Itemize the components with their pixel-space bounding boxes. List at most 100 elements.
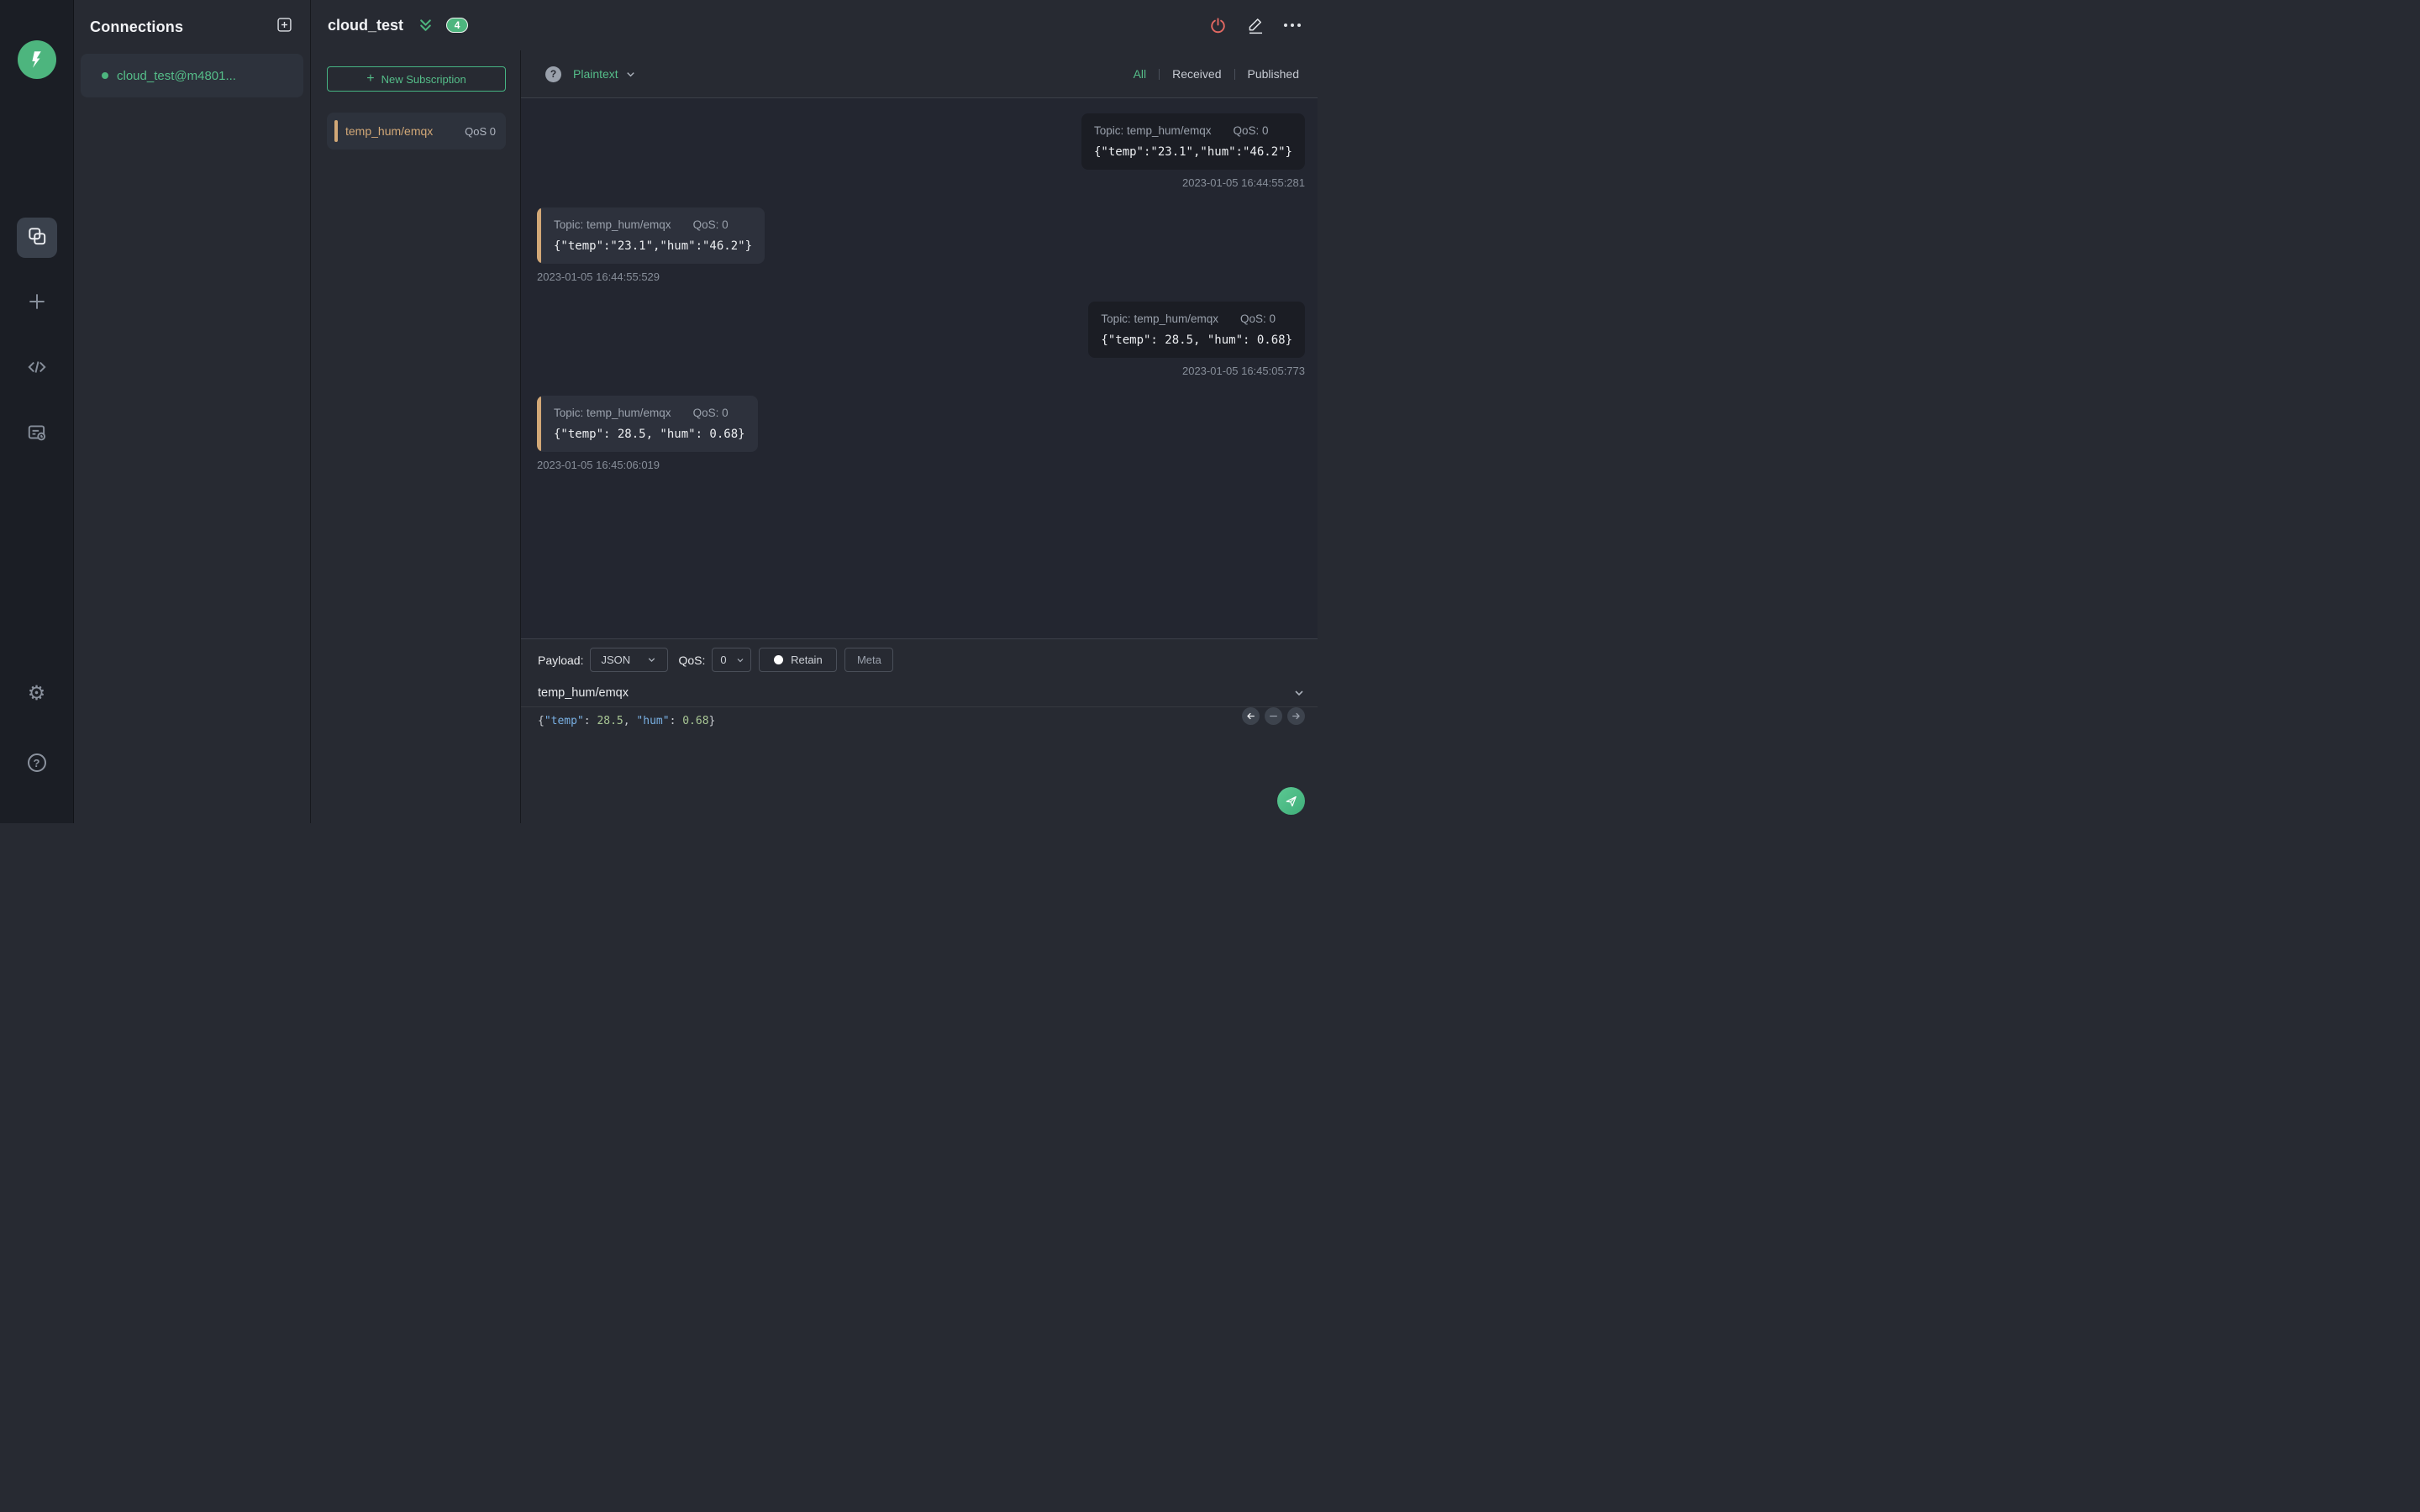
publish-meta-row: Payload: JSON QoS: 0 Retain Meta	[521, 639, 1318, 672]
connections-header: Connections	[81, 0, 303, 54]
chevron-down-icon	[646, 654, 657, 665]
history-back-button[interactable]	[1242, 707, 1260, 725]
mqttx-logo-icon	[17, 40, 56, 79]
nav-script-button[interactable]	[17, 349, 57, 389]
mqttx-app-window: ⚙ ? Connections cloud_test@m4801... clou…	[0, 0, 1318, 823]
publish-panel: Payload: JSON QoS: 0 Retain Meta temp_hu…	[521, 638, 1318, 823]
qos-label: QoS:	[678, 653, 706, 667]
edit-connection-button[interactable]	[1246, 16, 1265, 35]
add-connection-button[interactable]	[275, 18, 293, 36]
topic-input[interactable]: temp_hum/emqx	[538, 686, 1292, 700]
message-received: Topic: temp_hum/emqx QoS: 0 {"temp":"23.…	[537, 207, 765, 283]
help-icon: ?	[27, 753, 46, 772]
payload-type-select[interactable]: JSON	[590, 648, 669, 672]
main-area: cloud_test 4 + New Subscription temp_hum…	[311, 0, 1318, 823]
tab-published[interactable]: Published	[1248, 67, 1300, 81]
nav-new-connection-button[interactable]	[17, 283, 57, 323]
settings-button[interactable]: ⚙	[17, 674, 57, 714]
connections-title: Connections	[90, 18, 184, 35]
plus-icon	[26, 291, 48, 317]
message-timestamp: 2023-01-05 16:44:55:529	[537, 270, 660, 283]
subscription-item[interactable]: temp_hum/emqx QoS 0	[327, 113, 506, 150]
meta-button[interactable]: Meta	[844, 648, 894, 672]
nav-connections-button[interactable]	[16, 218, 57, 258]
message-count-badge: 4	[446, 18, 469, 33]
arrow-left-icon	[1247, 712, 1255, 720]
topbar-actions	[1208, 16, 1301, 35]
format-bar: ? Plaintext All Received Published	[521, 50, 1318, 98]
plus-square-icon	[276, 16, 293, 38]
pencil-icon	[1249, 18, 1263, 34]
chevron-down-icon	[735, 655, 745, 665]
ellipsis-icon	[1284, 24, 1287, 27]
message-qos: QoS: 0	[1233, 124, 1269, 137]
message-timestamp: 2023-01-05 16:45:05:773	[1181, 365, 1305, 377]
more-options-button[interactable]	[1284, 24, 1301, 27]
connections-panel: Connections cloud_test@m4801...	[74, 0, 311, 823]
message-qos: QoS: 0	[1239, 312, 1276, 325]
message-payload: {"temp":"23.1","hum":"46.2"}	[554, 239, 753, 253]
message-bubble[interactable]: Topic: temp_hum/emqx QoS: 0 {"temp":"23.…	[1081, 113, 1305, 170]
icon-rail: ⚙ ?	[0, 0, 74, 823]
subscriptions-column: + New Subscription temp_hum/emqx QoS 0	[311, 50, 521, 823]
subscription-qos: QoS 0	[465, 124, 496, 138]
message-timestamp: 2023-01-05 16:45:06:019	[537, 459, 660, 471]
plus-icon: +	[366, 71, 375, 86]
connection-name: cloud_test@m4801...	[117, 68, 236, 83]
message-published: Topic: temp_hum/emqx QoS: 0 {"temp":"23.…	[1081, 113, 1305, 189]
payload-label: Payload:	[538, 653, 584, 667]
retain-toggle[interactable]: Retain	[759, 648, 838, 672]
new-subscription-button[interactable]: + New Subscription	[327, 66, 506, 92]
power-icon	[1211, 17, 1225, 33]
payload-format-help-icon[interactable]: ?	[545, 66, 561, 82]
disconnect-button[interactable]	[1208, 16, 1228, 35]
history-nav-buttons	[1242, 707, 1305, 725]
log-history-icon	[26, 422, 48, 448]
connection-list-item[interactable]: cloud_test@m4801...	[81, 54, 303, 97]
topic-input-row: temp_hum/emqx	[521, 679, 1318, 707]
message-qos: QoS: 0	[692, 218, 729, 231]
double-chevron-down-icon[interactable]	[417, 17, 434, 34]
send-button[interactable]	[1277, 787, 1305, 815]
subscription-topic: temp_hum/emqx	[345, 124, 434, 138]
rail-nav	[16, 218, 57, 454]
received-accent-bar	[537, 396, 541, 452]
collapse-publish-chevron-icon[interactable]	[1292, 686, 1306, 700]
payload-editor[interactable]: {"temp": 28.5, "hum": 0.68}	[521, 707, 1318, 735]
tab-received[interactable]: Received	[1172, 67, 1221, 81]
message-payload: {"temp":"23.1","hum":"46.2"}	[1093, 145, 1292, 159]
subscription-accent-bar	[334, 120, 338, 142]
connection-status-dot	[102, 72, 108, 79]
content-row: + New Subscription temp_hum/emqx QoS 0 ?…	[311, 50, 1318, 823]
message-filter-tabs: All Received Published	[1134, 67, 1299, 81]
tab-all[interactable]: All	[1134, 67, 1147, 81]
message-topic: Topic: temp_hum/emqx	[554, 407, 671, 419]
help-button[interactable]: ?	[17, 743, 57, 783]
message-payload: {"temp": 28.5, "hum": 0.68}	[1101, 333, 1292, 347]
message-bubble[interactable]: Topic: temp_hum/emqx QoS: 0 {"temp": 28.…	[537, 396, 758, 452]
tab-separator	[1159, 68, 1160, 80]
new-subscription-label: New Subscription	[381, 72, 466, 86]
message-topic: Topic: temp_hum/emqx	[1101, 312, 1218, 325]
overlapping-squares-icon	[26, 225, 48, 251]
minus-icon	[1270, 715, 1277, 717]
retain-dot-icon	[774, 655, 784, 664]
history-forward-button[interactable]	[1287, 707, 1305, 725]
gear-icon: ⚙	[27, 682, 46, 705]
connection-topbar: cloud_test 4	[311, 0, 1318, 50]
message-qos: QoS: 0	[692, 407, 729, 419]
message-list[interactable]: Topic: temp_hum/emqx QoS: 0 {"temp":"23.…	[521, 98, 1318, 638]
message-topic: Topic: temp_hum/emqx	[1093, 124, 1212, 137]
message-bubble[interactable]: Topic: temp_hum/emqx QoS: 0 {"temp":"23.…	[537, 207, 765, 264]
history-clear-button[interactable]	[1265, 707, 1282, 725]
message-bubble[interactable]: Topic: temp_hum/emqx QoS: 0 {"temp": 28.…	[1088, 302, 1305, 358]
rail-nav-bottom: ⚙ ?	[17, 674, 57, 783]
qos-select[interactable]: 0	[712, 648, 752, 672]
message-payload: {"temp": 28.5, "hum": 0.68}	[554, 428, 745, 441]
nav-log-button[interactable]	[17, 414, 57, 454]
received-accent-bar	[537, 207, 541, 264]
payload-format-select[interactable]: Plaintext	[573, 67, 618, 81]
chevron-down-icon[interactable]	[624, 68, 637, 81]
messages-panel: ? Plaintext All Received Published Topic…	[521, 50, 1318, 823]
message-timestamp: 2023-01-05 16:44:55:281	[1181, 176, 1305, 189]
